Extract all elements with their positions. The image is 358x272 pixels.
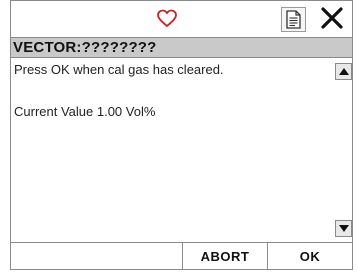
scrollbar[interactable] xyxy=(335,58,352,242)
button-bar: ABORT OK xyxy=(11,242,352,270)
scroll-down-button[interactable] xyxy=(335,220,352,237)
heart-icon xyxy=(156,9,178,29)
current-value-text: Current Value 1.00 Vol% xyxy=(14,104,156,119)
scroll-up-button[interactable] xyxy=(335,63,352,80)
screen: VECTOR:???????? Press OK when cal gas ha… xyxy=(0,0,358,272)
close-button[interactable] xyxy=(314,3,350,35)
instruction-text: Press OK when cal gas has cleared. xyxy=(14,62,224,77)
abort-button[interactable]: ABORT xyxy=(182,243,267,270)
dialog-panel: VECTOR:???????? Press OK when cal gas ha… xyxy=(10,0,353,270)
report-button[interactable] xyxy=(281,7,306,32)
message-area: Press OK when cal gas has cleared. Curre… xyxy=(11,58,352,242)
page-title: VECTOR:???????? xyxy=(13,39,157,56)
ok-button[interactable]: OK xyxy=(267,243,352,270)
header-bar xyxy=(11,1,352,38)
title-bar: VECTOR:???????? xyxy=(11,38,352,58)
empty-softkey xyxy=(11,243,182,270)
